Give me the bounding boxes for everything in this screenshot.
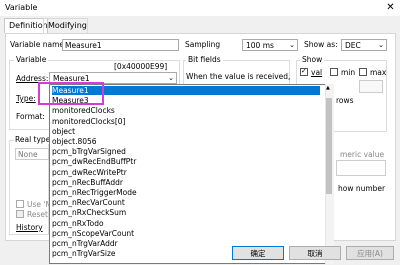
- tab-modifying[interactable]: Modifying: [43, 18, 88, 33]
- real-type-title: Real type: [14, 135, 52, 144]
- dropdown-item[interactable]: object: [52, 127, 75, 136]
- sampling-value: 100 ms: [246, 41, 274, 50]
- numeric-value-label: meric value: [340, 150, 385, 159]
- rows-up-button[interactable]: [359, 80, 383, 93]
- val-checkbox[interactable]: ✓: [300, 67, 308, 76]
- chevron-down-icon: ⌄: [289, 41, 295, 49]
- real-type-select[interactable]: None: [15, 148, 49, 160]
- dropdown-item[interactable]: pcm_nTrgVarAddr: [52, 239, 118, 248]
- history-label[interactable]: History: [16, 223, 43, 232]
- dropdown-item[interactable]: pcm_nRecVarCount: [52, 198, 125, 207]
- close-icon[interactable]: ✕: [381, 0, 400, 16]
- dropdown-item[interactable]: object.8056: [52, 137, 97, 146]
- use-checkbox[interactable]: [16, 200, 24, 208]
- reset-label: Reset: [27, 210, 48, 219]
- format-label: Format:: [16, 112, 45, 121]
- scroll-up-icon[interactable]: ▲: [326, 85, 330, 91]
- bit-fields-text: When the value is received,: [186, 72, 291, 81]
- dropdown-item[interactable]: pcm_dwRecWritePtr: [52, 168, 127, 177]
- ok-button[interactable]: 确定: [232, 246, 284, 260]
- dropdown-item[interactable]: pcm_nRecBuffAddr: [52, 178, 123, 187]
- dropdown-item[interactable]: pcm_nScopeVarCount: [52, 229, 134, 238]
- max-checkbox[interactable]: [359, 68, 367, 76]
- numeric-value-field[interactable]: [336, 160, 386, 176]
- dropdown-item[interactable]: monitoredClocks: [52, 106, 115, 115]
- bit-fields-title: Bit fields: [186, 55, 223, 64]
- sampling-label: Sampling: [185, 40, 221, 49]
- show-as-label: Show as:: [304, 40, 338, 49]
- chevron-down-icon: ⌄: [168, 74, 174, 82]
- apply-button[interactable]: 应用(A): [346, 246, 394, 260]
- rows-label: rows: [336, 96, 354, 105]
- sampling-select[interactable]: 100 ms ⌄: [242, 39, 298, 51]
- cancel-button[interactable]: 取消: [289, 246, 341, 260]
- variable-name-input[interactable]: Measure1: [62, 39, 179, 51]
- variable-name-label: Variable name:: [10, 40, 67, 49]
- title-bar: [0, 0, 400, 16]
- show-number-label: how number: [338, 184, 386, 193]
- variable-group-title: Variable: [14, 55, 49, 64]
- reset-checkbox[interactable]: [16, 210, 24, 218]
- address-dropdown-list[interactable]: Measure1 Measure3 monitoredClocks monitored…: [49, 84, 333, 264]
- highlight-annotation: [38, 82, 104, 105]
- type-label: Type:: [16, 94, 36, 103]
- min-checkbox[interactable]: [330, 68, 338, 76]
- tab-definition[interactable]: Definition: [4, 18, 48, 33]
- dropdown-item[interactable]: pcm_dwRecEndBuffPtr: [52, 157, 136, 166]
- show-as-value: DEC: [345, 41, 361, 50]
- dropdown-item[interactable]: pcm_nTrgVarSize: [52, 249, 116, 258]
- chevron-down-icon: ⌄: [378, 41, 384, 49]
- show-as-select[interactable]: DEC ⌄: [341, 39, 387, 51]
- show-group-title: Show: [300, 55, 325, 64]
- dropdown-item[interactable]: pcm_nRxCheckSum: [52, 208, 126, 217]
- address-hex: [0x40000E99]: [114, 62, 168, 71]
- dropdown-item[interactable]: pcm_nRecTriggerMode: [52, 188, 137, 197]
- max-label: max: [370, 68, 387, 77]
- val-label: val: [311, 68, 323, 77]
- dropdown-item[interactable]: pcm_bTrgVarSigned: [52, 147, 126, 156]
- min-label: min: [341, 68, 356, 77]
- dropdown-item[interactable]: pcm_nRxTodo: [52, 219, 104, 228]
- window-title: Variable: [5, 3, 38, 12]
- scrollbar-thumb[interactable]: [326, 98, 332, 194]
- dropdown-item[interactable]: monitoredClocks[0]: [52, 117, 125, 126]
